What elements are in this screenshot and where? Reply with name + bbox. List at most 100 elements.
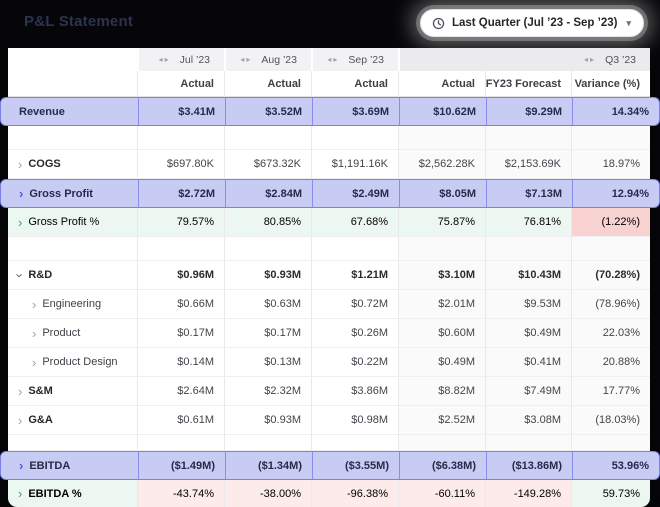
column-header-jul[interactable]: ◂▸ Jul ’23 — [137, 48, 224, 71]
column-nav-arrows-icon[interactable]: ◂▸ — [327, 55, 339, 64]
row-label-cell[interactable]: › Product — [8, 319, 137, 347]
row-label-cell[interactable]: › S&M — [8, 377, 137, 405]
value-cell[interactable]: $3.10M — [398, 261, 485, 289]
value-cell[interactable]: (78.96%) — [571, 290, 650, 318]
value-cell[interactable]: $697.80K — [137, 150, 224, 178]
value-cell[interactable]: $0.61M — [137, 406, 224, 434]
value-cell[interactable]: 14.34% — [572, 98, 659, 125]
chevron-right-icon[interactable]: › — [18, 385, 22, 398]
column-header-q3[interactable]: ◂▸ Q3 ’23 — [398, 48, 650, 71]
table-row-product[interactable]: › Product $0.17M $0.17M $0.26M $0.60M $0.49M 22… — [8, 319, 650, 348]
chevron-right-icon[interactable]: › — [19, 459, 23, 472]
value-cell[interactable]: -60.11% — [398, 480, 485, 507]
value-cell[interactable]: $3.41M — [138, 98, 225, 125]
chevron-right-icon[interactable]: › — [18, 216, 22, 229]
column-nav-arrows-icon[interactable]: ◂▸ — [240, 55, 252, 64]
table-row-gross-profit[interactable]: › Gross Profit $2.72M $2.84M $2.49M $8.05M $7.… — [0, 179, 660, 208]
table-row-ebitda[interactable]: › EBITDA ($1.49M) ($1.34M) ($3.55M) ($6.38M)(… — [0, 451, 660, 480]
column-nav-arrows-icon[interactable]: ◂▸ — [584, 55, 596, 64]
value-cell[interactable]: $0.49M — [485, 319, 571, 347]
value-cell[interactable]: (18.03%) — [571, 406, 650, 434]
value-cell[interactable]: $3.86M — [311, 377, 398, 405]
chevron-right-icon[interactable]: › — [32, 327, 36, 340]
value-cell[interactable]: 67.68% — [311, 208, 398, 236]
value-cell[interactable]: $10.62M — [399, 98, 486, 125]
value-cell[interactable]: $8.05M — [399, 180, 486, 207]
row-label-cell[interactable]: › Gross Profit — [1, 180, 138, 207]
chevron-right-icon[interactable]: › — [18, 158, 22, 171]
value-cell[interactable]: $2.84M — [225, 180, 312, 207]
value-cell[interactable]: 20.88% — [571, 348, 650, 376]
value-cell[interactable]: 18.97% — [571, 150, 650, 178]
value-cell[interactable]: $9.29M — [486, 98, 572, 125]
row-label-cell[interactable]: › Gross Profit % — [8, 208, 137, 236]
table-row-revenue[interactable]: Revenue $3.41M $3.52M $3.69M $10.62M $9.29M 14… — [0, 97, 660, 126]
value-cell[interactable]: 79.57% — [137, 208, 224, 236]
value-cell[interactable]: $2.64M — [137, 377, 224, 405]
table-row-cogs[interactable]: › COGS $697.80K $673.32K $1,191.16K $2,562.28… — [8, 150, 650, 179]
value-cell[interactable]: $2,562.28K — [398, 150, 485, 178]
table-row-engineering[interactable]: › Engineering $0.66M $0.63M $0.72M $2.01M $9.5… — [8, 290, 650, 319]
value-cell[interactable]: ($1.49M) — [138, 452, 225, 479]
column-nav-arrows-icon[interactable]: ◂▸ — [159, 55, 171, 64]
value-cell[interactable]: $0.66M — [137, 290, 224, 318]
value-cell[interactable]: $2.72M — [138, 180, 225, 207]
chevron-right-icon[interactable]: › — [18, 487, 22, 500]
value-cell[interactable]: 22.03% — [571, 319, 650, 347]
value-cell[interactable]: $0.98M — [311, 406, 398, 434]
value-cell[interactable]: $1.21M — [311, 261, 398, 289]
value-cell[interactable]: $0.13M — [224, 348, 311, 376]
value-cell[interactable]: $0.17M — [137, 319, 224, 347]
value-cell[interactable]: $7.49M — [485, 377, 571, 405]
value-cell[interactable]: ($1.34M) — [225, 452, 312, 479]
row-label-cell[interactable]: › R&D — [8, 261, 137, 289]
value-cell[interactable]: 76.81% — [485, 208, 571, 236]
value-cell[interactable]: $0.14M — [137, 348, 224, 376]
value-cell[interactable]: 17.77% — [571, 377, 650, 405]
value-cell[interactable]: -149.28% — [485, 480, 571, 507]
row-label-cell[interactable]: › G&A — [8, 406, 137, 434]
value-cell[interactable]: $2.01M — [398, 290, 485, 318]
value-cell[interactable]: $0.41M — [485, 348, 571, 376]
chevron-right-icon[interactable]: › — [32, 298, 36, 311]
value-cell[interactable]: -38.00% — [224, 480, 311, 507]
value-cell[interactable]: $0.96M — [137, 261, 224, 289]
row-label-cell[interactable]: › EBITDA — [1, 452, 138, 479]
value-cell[interactable]: $10.43M — [485, 261, 571, 289]
value-cell[interactable]: 12.94% — [572, 180, 659, 207]
value-cell[interactable]: $3.69M — [312, 98, 399, 125]
value-cell[interactable]: $0.26M — [311, 319, 398, 347]
value-cell[interactable]: $3.52M — [225, 98, 312, 125]
value-cell[interactable]: $3.08M — [485, 406, 571, 434]
chevron-right-icon[interactable]: › — [32, 356, 36, 369]
value-cell[interactable]: -43.74% — [137, 480, 224, 507]
value-cell[interactable]: $9.53M — [485, 290, 571, 318]
value-cell[interactable]: $7.13M — [486, 180, 572, 207]
value-cell[interactable]: (70.28%) — [571, 261, 650, 289]
row-label-cell[interactable]: › Product Design — [8, 348, 137, 376]
table-row-gross-profit[interactable]: › Gross Profit % 79.57% 80.85% 67.68% 75.87% 7… — [8, 208, 650, 237]
value-cell[interactable]: $0.17M — [224, 319, 311, 347]
value-cell[interactable]: 75.87% — [398, 208, 485, 236]
table-row-g-a[interactable]: › G&A $0.61M $0.93M $0.98M $2.52M $3.08M (18.03… — [8, 406, 650, 435]
value-cell[interactable]: $8.82M — [398, 377, 485, 405]
value-cell[interactable]: ($13.86M) — [486, 452, 572, 479]
value-cell[interactable]: $673.32K — [224, 150, 311, 178]
value-cell[interactable]: (1.22%) — [571, 208, 650, 236]
value-cell[interactable]: $2.49M — [312, 180, 399, 207]
value-cell[interactable]: $2.32M — [224, 377, 311, 405]
chevron-right-icon[interactable]: › — [19, 187, 23, 200]
value-cell[interactable]: 53.96% — [572, 452, 659, 479]
value-cell[interactable]: $0.93M — [224, 261, 311, 289]
row-label-cell[interactable]: › Engineering — [8, 290, 137, 318]
value-cell[interactable]: $0.60M — [398, 319, 485, 347]
value-cell[interactable]: ($3.55M) — [312, 452, 399, 479]
value-cell[interactable]: -96.38% — [311, 480, 398, 507]
value-cell[interactable]: $0.72M — [311, 290, 398, 318]
value-cell[interactable]: $0.93M — [224, 406, 311, 434]
value-cell[interactable]: $0.49M — [398, 348, 485, 376]
value-cell[interactable]: 59.73% — [571, 480, 650, 507]
table-row-r-d[interactable]: › R&D $0.96M $0.93M $1.21M $3.10M $10.43M (70.2… — [8, 261, 650, 290]
chevron-down-icon[interactable]: › — [13, 273, 28, 277]
value-cell[interactable]: $0.63M — [224, 290, 311, 318]
